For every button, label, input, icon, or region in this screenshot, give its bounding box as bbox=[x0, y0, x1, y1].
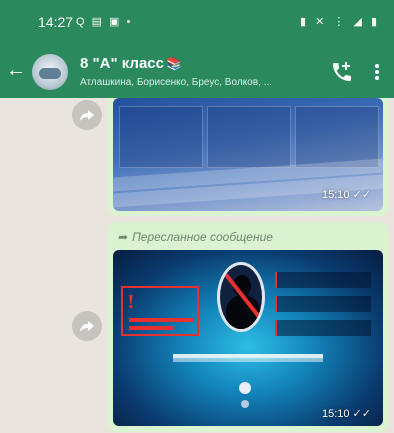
system-status-icons: ▮ ✕ ⋮ ◢ ▮ bbox=[299, 16, 380, 28]
status-bar: 14:27 Q ▤ ▣ • ▮ ✕ ⋮ ◢ ▮ bbox=[0, 0, 394, 46]
status-time: 14:27 bbox=[38, 14, 74, 30]
chat-members[interactable]: Атлашкина, Борисенко, Бреус, Волков, ... bbox=[80, 77, 316, 88]
message-time: 15:10 ✓✓ bbox=[322, 188, 371, 201]
message-bubble[interactable]: ➦ Пересланное сообщение ! 15:10 ✓✓ bbox=[108, 222, 388, 432]
chat-title-text: 8 "А" класс bbox=[80, 55, 164, 72]
message-image[interactable]: ! bbox=[113, 250, 383, 426]
poster-stop-mark: ! bbox=[127, 292, 135, 313]
forward-icon bbox=[80, 110, 94, 121]
poster-tip bbox=[275, 320, 371, 336]
forward-button[interactable] bbox=[72, 100, 102, 130]
forwarded-arrow-icon: ➦ bbox=[118, 230, 129, 244]
forwarded-label: ➦ Пересланное сообщение bbox=[118, 230, 273, 244]
image-panel bbox=[207, 106, 291, 168]
back-arrow-icon[interactable]: ← bbox=[6, 58, 26, 82]
poster-tip bbox=[275, 272, 371, 288]
forward-icon bbox=[80, 321, 94, 332]
add-call-icon[interactable] bbox=[330, 60, 354, 84]
poster-emblem bbox=[239, 382, 251, 394]
read-ticks-icon: ✓✓ bbox=[352, 408, 371, 420]
chat-title[interactable]: 8 "А" класс 📚 bbox=[80, 55, 182, 72]
message-time-text: 15:10 bbox=[322, 408, 350, 420]
poster-slogan bbox=[173, 354, 323, 358]
chat-header: ← 8 "А" класс 📚 Атлашкина, Борисенко, Бре… bbox=[0, 46, 394, 98]
poster-line bbox=[129, 318, 193, 322]
forwarded-label-text: Пересланное сообщение bbox=[132, 230, 273, 244]
message-time: 15:10 ✓✓ bbox=[322, 407, 371, 420]
poster-emblem bbox=[241, 400, 249, 408]
notification-icons: Q ▤ ▣ • bbox=[76, 16, 133, 28]
more-options-icon[interactable] bbox=[372, 60, 382, 84]
poster-silhouette bbox=[217, 262, 265, 332]
message-time-text: 15:10 bbox=[322, 189, 350, 201]
chat-title-emoji: 📚 bbox=[165, 56, 183, 71]
poster-stop-block: ! bbox=[121, 286, 199, 336]
forward-button[interactable] bbox=[72, 311, 102, 341]
group-avatar[interactable] bbox=[32, 54, 68, 90]
poster-tips bbox=[275, 272, 371, 344]
poster-line bbox=[129, 326, 173, 330]
avatar-image bbox=[39, 68, 61, 79]
message-bubble[interactable]: 15:10 ✓✓ bbox=[108, 98, 388, 216]
image-panel bbox=[119, 106, 203, 168]
poster-tip bbox=[275, 296, 371, 312]
read-ticks-icon: ✓✓ bbox=[352, 189, 371, 201]
chat-messages[interactable]: 15:10 ✓✓ ➦ Пересланное сообщение ! 15:10… bbox=[0, 98, 394, 433]
